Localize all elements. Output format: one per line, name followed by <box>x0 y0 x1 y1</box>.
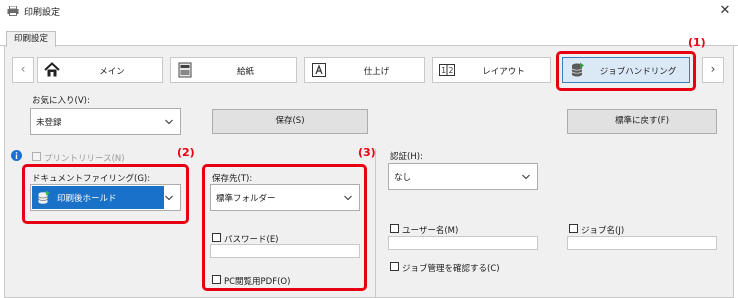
document-filing-value: 印刷後ホールド <box>57 194 117 204</box>
confirm-job-checkbox[interactable] <box>390 262 399 271</box>
pc-pdf-label: PC閲覧用PDF(O) <box>224 277 291 287</box>
nav-finishing-label: 仕上げ <box>363 67 390 77</box>
job-name-checkbox[interactable] <box>569 224 578 233</box>
print-release-label: プリントリリース(N) <box>44 154 125 164</box>
chevron-down-icon <box>165 195 173 200</box>
nav-main-label: メイン <box>99 67 125 77</box>
password-input[interactable] <box>210 244 360 258</box>
nav-main-button[interactable]: メイン <box>37 57 163 83</box>
user-name-input[interactable] <box>388 236 538 250</box>
print-release-checkbox[interactable] <box>32 152 41 161</box>
callout-label-3: (3) <box>358 146 376 159</box>
nav-finishing-button[interactable]: 仕上げ <box>304 57 425 83</box>
pc-pdf-checkbox[interactable] <box>212 275 221 284</box>
svg-text:1: 1 <box>441 66 446 75</box>
chevron-down-icon <box>344 195 352 200</box>
close-icon[interactable]: ✕ <box>716 2 734 20</box>
authentication-dropdown[interactable]: なし <box>388 163 538 190</box>
tab-strip <box>0 22 738 46</box>
password-checkbox[interactable] <box>212 233 221 242</box>
authentication-label: 認証(H): <box>390 152 423 162</box>
printer-icon <box>7 6 19 16</box>
nav-paper-label: 給紙 <box>236 67 254 77</box>
reset-default-button[interactable]: 標準に戻す(F) <box>567 109 717 134</box>
tab-print-settings[interactable]: 印刷設定 <box>6 31 56 47</box>
save-button[interactable]: 保存(S) <box>212 109 368 134</box>
job-handling-icon <box>571 62 584 77</box>
nav-prev-arrow[interactable]: ‹ <box>12 57 34 83</box>
user-name-checkbox[interactable] <box>390 224 399 233</box>
chevron-down-icon <box>165 119 173 124</box>
info-icon <box>11 150 22 161</box>
callout-label-2: (2) <box>177 146 195 159</box>
window-title: 印刷設定 <box>24 8 61 18</box>
nav-paper-button[interactable]: 給紙 <box>170 57 297 83</box>
nav-job-handling-button[interactable]: ジョブハンドリング <box>562 57 690 83</box>
nav-layout-button[interactable]: 1 2 レイアウト <box>432 57 551 83</box>
svg-text:2: 2 <box>449 66 454 75</box>
storage-value: 標準フォルダー <box>216 193 276 204</box>
paper-tray-icon <box>178 62 192 78</box>
finishing-icon <box>312 63 326 77</box>
window-titlebar <box>0 0 738 22</box>
authentication-value: なし <box>394 172 412 183</box>
nav-layout-label: レイアウト <box>482 67 525 77</box>
chevron-down-icon <box>522 174 530 179</box>
document-filing-dropdown[interactable]: 印刷後ホールド <box>30 184 181 211</box>
nav-job-handling-label: ジョブハンドリング <box>599 67 677 77</box>
home-icon <box>44 62 60 77</box>
layout-icon: 1 2 <box>439 64 455 76</box>
job-name-input[interactable] <box>567 236 717 250</box>
document-filing-icon <box>38 190 50 204</box>
column-separator <box>375 149 376 298</box>
favorites-dropdown[interactable]: 未登録 <box>30 108 181 135</box>
job-name-label: ジョブ名(J) <box>581 226 625 236</box>
favorites-value: 未登録 <box>36 117 62 128</box>
document-filing-label: ドキュメントファイリング(G): <box>32 174 151 184</box>
storage-dropdown[interactable]: 標準フォルダー <box>210 184 360 211</box>
callout-label-1: (1) <box>688 36 706 49</box>
favorites-label: お気に入り(V): <box>32 96 90 106</box>
confirm-job-label: ジョブ管理を確認する(C) <box>402 264 500 274</box>
user-name-label: ユーザー名(M) <box>402 226 459 236</box>
nav-next-arrow[interactable]: › <box>702 57 724 83</box>
storage-label: 保存先(T): <box>212 174 253 184</box>
